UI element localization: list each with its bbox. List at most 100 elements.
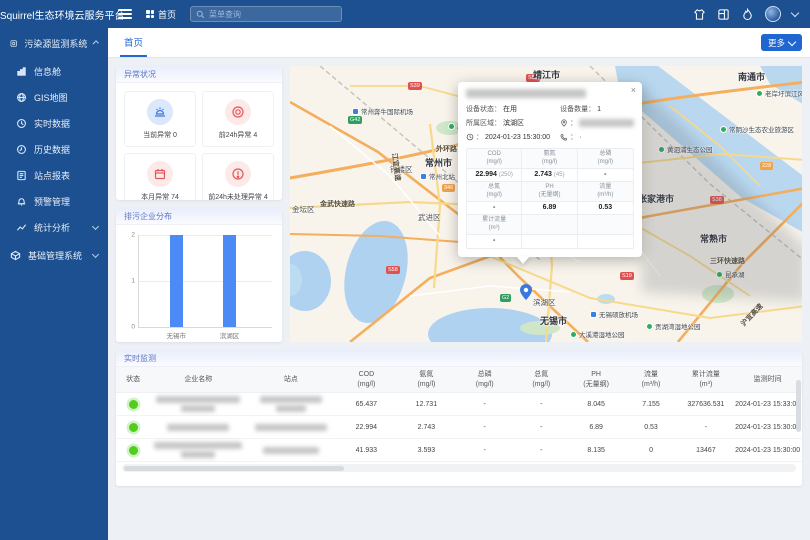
value-cell: 2024-01-23 15:30:00 (733, 447, 802, 454)
tab-home[interactable]: 首页 (120, 28, 147, 57)
breadcrumb-home[interactable]: 首页 (146, 8, 176, 21)
company-name-redacted (181, 405, 215, 412)
map-label-无锡硕放机场: 无锡硕放机场 (590, 309, 638, 319)
map-label-大溪港湿地公园: 大溪港湿地公园 (570, 329, 625, 339)
popup-field-value: 2024-01-23 15:30:00 (485, 134, 550, 141)
sidebar-item-label: 站点报表 (34, 169, 70, 182)
menu-search[interactable] (190, 6, 342, 22)
theme-skin-icon[interactable] (693, 8, 706, 21)
poi-blue-marker-icon (420, 173, 427, 180)
abnormal-card-1[interactable]: 前24h异常 4 (202, 91, 274, 147)
monitor-table-header: 状态企业名称站点COD(mg/l)氨氮(mg/l)总磷(mg/l)总氮(mg/l… (116, 367, 802, 393)
vertical-scrollbar[interactable] (796, 380, 801, 432)
poi-green-marker-icon (646, 323, 653, 330)
map-label-南通市: 南通市 (738, 70, 765, 83)
abnormal-status-panel: 异常状况 当前异常 0前24h异常 4本月异常 74前24h未处理异常 4 (116, 66, 282, 200)
user-chevron-down-icon[interactable] (791, 8, 799, 16)
popup-close-icon[interactable]: × (631, 86, 636, 95)
realtime-monitor-panel: 实时监测 状态企业名称站点COD(mg/l)氨氮(mg/l)总磷(mg/l)总氮… (116, 350, 802, 486)
chevron-down-icon (92, 250, 99, 257)
popup-field-5: ：· (560, 132, 634, 142)
metric-header-cell: 总氮(mg/l) (467, 182, 522, 202)
popup-field-1: 设备数量：1 (560, 104, 634, 114)
popup-field-label: ： (476, 132, 483, 142)
chevron-up-icon (93, 40, 99, 46)
y-tick-label: 0 (125, 324, 135, 331)
value-cell: - (514, 447, 569, 454)
column-header-COD: COD(mg/l) (336, 370, 398, 388)
value-cell: 2024-01-23 15:33:00 (733, 401, 802, 408)
online-status-dot (129, 446, 138, 455)
metric-value-cell: 2.743 (45) (522, 169, 577, 182)
value-cell: - (456, 401, 514, 408)
sidebar-item-label: 预警管理 (34, 195, 70, 208)
hamburger-menu-icon[interactable] (118, 9, 132, 19)
map-label-常阴沙生态农业旅游区: 常阴沙生态农业旅游区 (720, 124, 794, 134)
station-name-redacted (260, 396, 322, 403)
sidebar-section-1[interactable]: 基础管理系统 (0, 240, 108, 270)
metric-header-cell: 累计流量(m³) (467, 215, 522, 235)
metric-header-cell: PH(无量纲) (522, 182, 577, 202)
abnormal-card-3[interactable]: 前24h未处理异常 4 (202, 153, 274, 200)
abnormal-card-0[interactable]: 当前异常 0 (124, 91, 196, 147)
x-category-label: 滨湖区 (220, 330, 240, 340)
abnormal-card-2[interactable]: 本月异常 74 (124, 153, 196, 200)
popup-field-2: 所属区域：滨湖区 (466, 118, 560, 128)
sidebar-item-站点报表[interactable]: 站点报表 (0, 162, 108, 188)
sidebar-item-信息舱[interactable]: 信息舱 (0, 58, 108, 84)
sidebar-item-GIS地图[interactable]: GIS地图 (0, 84, 108, 110)
map-label-贡湖湾湿地公园: 贡湖湾湿地公园 (646, 321, 701, 331)
main-content: 异常状况 当前异常 0前24h异常 4本月异常 74前24h未处理异常 4 排污… (108, 58, 810, 540)
sidebar-section-0[interactable]: 污染源监测系统 (0, 28, 108, 58)
company-name-redacted (181, 451, 215, 458)
layout-screen-icon[interactable] (717, 8, 730, 21)
popup-tail (516, 256, 530, 264)
search-input[interactable] (209, 10, 329, 19)
value-cell: 0.53 (624, 424, 679, 431)
popup-field-value: 滨湖区 (503, 118, 524, 128)
map-canvas[interactable]: 靖江市南通市常州市钟楼区武进区金坛区金武快速路外环路江宜高速常州奔牛国际机场新龙… (290, 66, 802, 342)
value-cell: 2024-01-23 15:30:00 (733, 424, 802, 431)
poi-green-marker-icon (448, 123, 455, 130)
value-cell: 6.89 (569, 424, 624, 431)
chart-panel-title: 排污企业分布 (116, 208, 282, 225)
metric-value-row: 22.994 (250)2.743 (45)- (467, 169, 633, 182)
sidebar-item-历史数据[interactable]: 历史数据 (0, 136, 108, 162)
road-badge-S58: S58 (386, 266, 400, 274)
value-cell: - (456, 447, 514, 454)
tab-home-label: 首页 (124, 35, 143, 49)
horizontal-scrollbar[interactable] (122, 464, 796, 472)
sidebar-item-统计分析[interactable]: 统计分析 (0, 214, 108, 240)
sidebar-item-实时数据[interactable]: 实时数据 (0, 110, 108, 136)
road-badge-S19: S19 (620, 272, 634, 280)
location-pin-icon[interactable] (520, 284, 532, 300)
abnormal-card-label: 前24h未处理异常 4 (208, 192, 268, 200)
table-row[interactable]: 22.9942.743--6.890.53-2024-01-23 15:30:0… (116, 416, 802, 439)
metric-value-cell: - (578, 169, 633, 182)
chart-bar-无锡市 (170, 235, 183, 327)
sidebar-section-label: 基础管理系统 (28, 249, 82, 262)
metric-header-cell: 流量(m³/h) (578, 182, 633, 202)
map-label-外环路: 外环路 (436, 144, 457, 154)
popup-field-value: · (579, 134, 581, 141)
metric-header-cell: 氨氮(mg/l) (522, 149, 577, 169)
column-header-总氮: 总氮(mg/l) (514, 370, 569, 388)
alert-circle-icon (225, 99, 251, 125)
road-badge-228: 228 (760, 162, 773, 170)
alarm-lamp-icon (147, 99, 173, 125)
table-row[interactable]: 65.43712.731--8.0457.155327636.5312024-0… (116, 393, 802, 416)
metric-header-row: COD(mg/l)氨氮(mg/l)总磷(mg/l) (467, 149, 633, 169)
metric-header-cell: COD(mg/l) (467, 149, 522, 169)
more-button[interactable]: 更多 (761, 34, 802, 51)
tab-bar: 首页 更多 (108, 28, 810, 58)
popup-field-label: 设备状态： (466, 104, 501, 114)
chart-bar-滨湖区 (223, 235, 236, 327)
top-bar: Squirrel生态环境云服务平台 首页 (0, 0, 810, 28)
sidebar-item-预警管理[interactable]: 预警管理 (0, 188, 108, 214)
online-status-dot (129, 423, 138, 432)
metric-value-cell: 0.53 (578, 202, 633, 215)
status-cell (116, 400, 150, 409)
user-avatar[interactable] (765, 6, 781, 22)
flame-icon[interactable] (741, 8, 754, 21)
table-row[interactable]: 41.9333.593--8.1350134672024-01-23 15:30… (116, 439, 802, 462)
